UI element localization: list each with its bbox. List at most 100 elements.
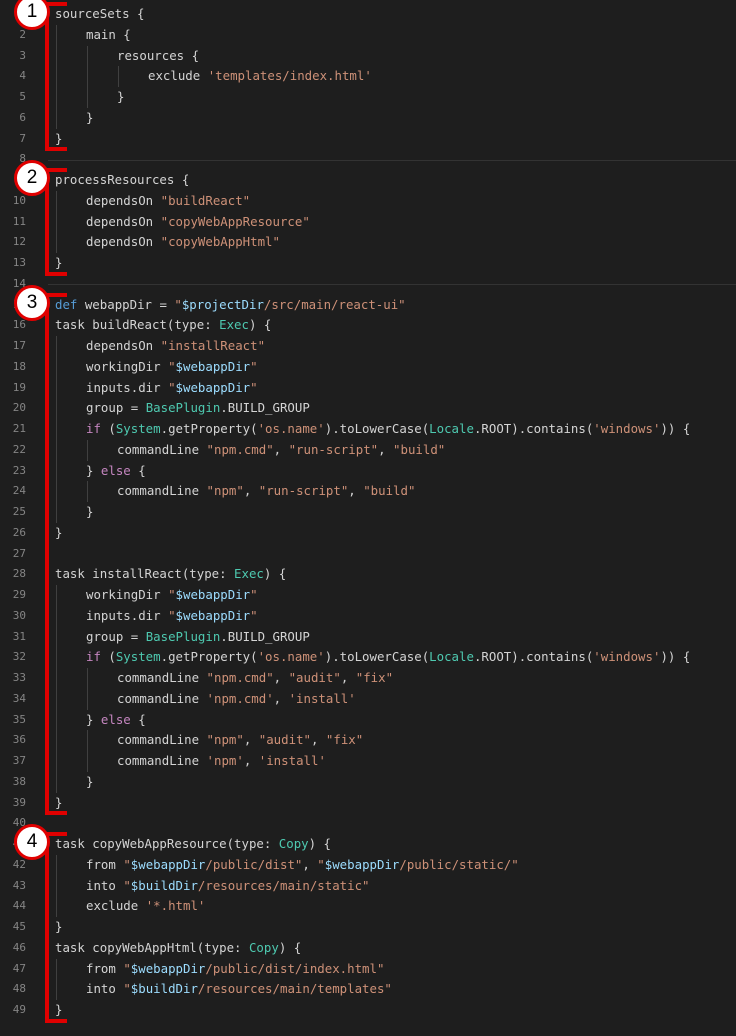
code-line[interactable]: 1sourceSets {	[0, 4, 736, 25]
line-number: 22	[12, 442, 26, 456]
variable: $buildDir	[130, 981, 198, 997]
code-line[interactable]: 20 group = BasePlugin.BUILD_GROUP	[0, 398, 736, 419]
string-literal: 'npm.cmd'	[206, 690, 274, 706]
code-text: .ROOT).contains(	[473, 421, 594, 436]
type-name: Copy	[248, 939, 279, 955]
code-line[interactable]: 33 commandLine "npm.cmd", "audit", "fix"	[0, 668, 736, 689]
code-line[interactable]: 37 commandLine 'npm', 'install'	[0, 751, 736, 772]
variable: $webappDir	[175, 587, 251, 602]
code-line[interactable]: 32 if (System.getProperty('os.name').toLo…	[0, 647, 736, 668]
code-editor[interactable]: 1sourceSets {2 main {3 resources {4 exclude…	[0, 0, 736, 1036]
code-text: task copyWebAppResource(type:	[55, 836, 279, 851]
code-line[interactable]: 46 task copyWebAppHtml(type: Copy) {	[0, 938, 736, 959]
code-line[interactable]: 9processResources {	[0, 170, 736, 191]
code-line[interactable]: 29 workingDir "$webappDir"	[0, 585, 736, 606]
code-content: task installReact(type: Exec) {	[55, 564, 286, 585]
code-line[interactable]: 22 commandLine "npm.cmd", "run-script", "…	[0, 439, 736, 461]
line-number: 29	[12, 588, 26, 601]
string-literal: "	[168, 607, 176, 623]
code-line[interactable]: 38}	[0, 771, 736, 793]
code-line[interactable]: 3 resources {	[0, 45, 736, 67]
code-line[interactable]: 47 from "$webappDir/public/dist/index.htm…	[0, 958, 736, 980]
string-literal: 'templates/index.html'	[207, 68, 372, 84]
code-line[interactable]: 19 inputs.dir "$webappDir"	[0, 377, 736, 399]
code-content: task copyWebAppResource(type: Copy) {	[55, 834, 331, 855]
code-line[interactable]: 49}	[0, 1000, 736, 1021]
line-number: 27	[12, 546, 26, 560]
code-area[interactable]: 1sourceSets {2 main {3 resources {4 exclude…	[0, 4, 736, 1021]
code-line[interactable]: 31 group = BasePlugin.BUILD_GROUP	[0, 626, 736, 648]
code-line[interactable]: 48 into "$buildDir/resources/main/templat…	[0, 979, 736, 1000]
code-content: exclude 'templates/index.html'	[148, 66, 372, 87]
code-line[interactable]: 7}	[0, 129, 736, 150]
line-number: 21	[12, 422, 26, 435]
string-literal: "	[123, 981, 131, 997]
code-line[interactable]: 42 from "$webappDir/public/dist", "$webap…	[0, 854, 736, 876]
code-text: dependsOn	[86, 192, 161, 208]
code-text: main {	[86, 26, 131, 42]
code-line[interactable]: 6}	[0, 107, 736, 129]
code-text: into	[86, 981, 124, 997]
code-line[interactable]: 36 commandLine "npm", "audit", "fix"	[0, 730, 736, 751]
annotation-bracket	[45, 832, 67, 1023]
type-name: Locale	[429, 649, 474, 665]
code-line[interactable]: 43 into "$buildDir/resources/main/static"	[0, 875, 736, 897]
line-number: 12	[12, 235, 26, 249]
code-text: exclude	[148, 68, 208, 84]
code-line[interactable]: 23} else {	[0, 460, 736, 482]
code-line[interactable]: 35} else {	[0, 709, 736, 731]
code-content: main {	[86, 25, 131, 46]
line-number: 32	[12, 650, 26, 664]
code-content: resources {	[117, 46, 199, 67]
code-content: if (System.getProperty('os.name').toLowe…	[86, 419, 690, 440]
code-content: commandLine "npm", "audit", "fix"	[117, 730, 363, 751]
code-line[interactable]: 28 task installReact(type: Exec) {	[0, 564, 736, 585]
code-line[interactable]: 41task copyWebAppResource(type: Copy) {	[0, 834, 736, 855]
code-line[interactable]: 10 dependsOn "buildReact"	[0, 190, 736, 212]
code-line[interactable]: 5}	[0, 87, 736, 108]
code-line[interactable]: 30 inputs.dir "$webappDir"	[0, 605, 736, 627]
line-number: 39	[12, 795, 26, 809]
code-line[interactable]: 2 main {	[0, 24, 736, 46]
code-line[interactable]: 39}	[0, 793, 736, 814]
code-line[interactable]: 25}	[0, 502, 736, 523]
code-line[interactable]: 44 exclude '*.html'	[0, 896, 736, 917]
line-number: 13	[12, 256, 26, 269]
variable: $webappDir	[130, 960, 206, 976]
string-literal: "copyWebAppHtml"	[160, 234, 280, 250]
code-line[interactable]: 17 dependsOn "installReact"	[0, 336, 736, 357]
annotation-badge: 2	[14, 160, 50, 196]
code-content: commandLine "npm", "run-script", "build"	[117, 481, 415, 502]
code-content: if (System.getProperty('os.name').toLowe…	[86, 647, 690, 668]
code-line[interactable]: 45}	[0, 917, 736, 938]
string-literal: "installReact"	[160, 338, 266, 353]
type-name: System	[115, 421, 161, 436]
string-literal: "npm.cmd"	[206, 670, 274, 685]
code-line[interactable]: 27	[0, 544, 736, 565]
variable: $webappDir	[324, 856, 400, 872]
code-content: from "$webappDir/public/dist", "$webappD…	[86, 855, 519, 876]
code-text: ,	[310, 732, 326, 748]
line-number: 19	[12, 380, 26, 394]
code-line[interactable]: 4 exclude 'templates/index.html'	[0, 66, 736, 87]
code-text: }	[86, 462, 101, 478]
line-number: 33	[12, 671, 26, 684]
line-number: 6	[19, 110, 26, 124]
code-line[interactable]: 18 workingDir "$webappDir"	[0, 356, 736, 378]
indent-guide	[87, 439, 88, 461]
code-line[interactable]: 16 task buildReact(type: Exec) {	[0, 315, 736, 336]
string-literal: "build"	[363, 483, 416, 499]
code-line[interactable]: 34 commandLine 'npm.cmd', 'install'	[0, 688, 736, 710]
code-text: task installReact(type:	[55, 566, 235, 582]
code-line[interactable]: 40	[0, 813, 736, 834]
string-literal: "copyWebAppResource"	[160, 213, 310, 229]
code-line[interactable]: 24 commandLine "npm", "run-script", "buil…	[0, 481, 736, 502]
code-line[interactable]: 15def webappDir = "$projectDir/src/main/…	[0, 295, 736, 316]
code-line[interactable]: 26}	[0, 523, 736, 544]
code-content: into "$buildDir/resources/main/static"	[86, 876, 370, 897]
code-content: exclude '*.html'	[86, 896, 205, 917]
code-line[interactable]: 13}	[0, 253, 736, 274]
code-line[interactable]: 21 if (System.getProperty('os.name').toLo…	[0, 419, 736, 440]
code-line[interactable]: 12 dependsOn "copyWebAppHtml"	[0, 232, 736, 253]
code-line[interactable]: 11 dependsOn "copyWebAppResource"	[0, 211, 736, 233]
